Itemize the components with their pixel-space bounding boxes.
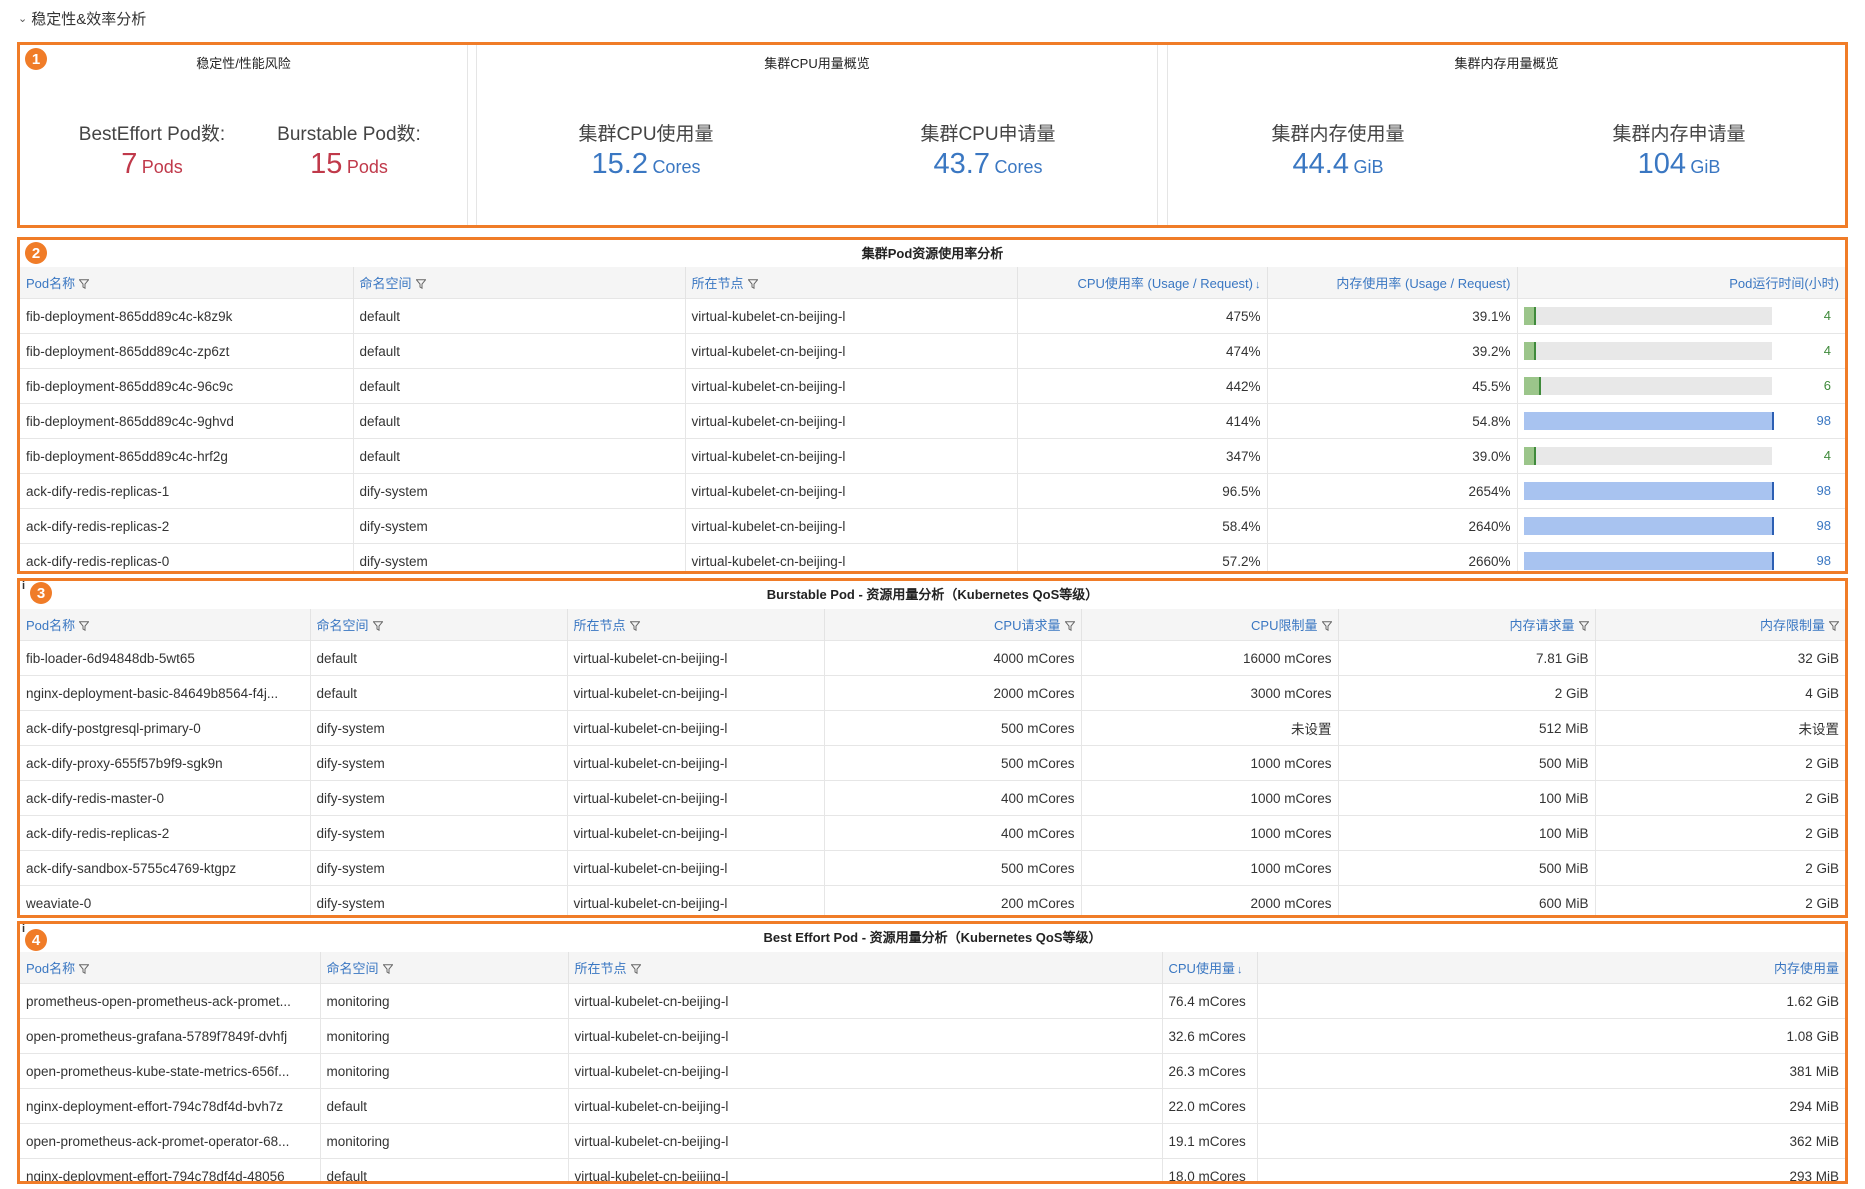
stat-unit: Cores [994, 157, 1043, 177]
badge-1: 1 [25, 48, 47, 70]
stat-value: 15.2 [591, 148, 648, 180]
stat-label: 集群CPU申请量 [920, 124, 1056, 145]
section-title: 稳定性&效率分析 [31, 11, 147, 28]
panel-title: 集群内存用量概览 [1454, 56, 1559, 71]
stat-unit: Pods [346, 157, 388, 177]
burstable-stat: Burstable Pod数: 15 Pods [219, 119, 479, 181]
burstable-highlight-box [17, 578, 1848, 918]
risk-panel: 稳定性/性能风险 BestEffort Pod数: 7 Pods Burstab… [20, 45, 467, 225]
stat-label: 集群CPU使用量 [578, 124, 714, 145]
cpu-request-stat: 集群CPU申请量 43.7 Cores [858, 119, 1118, 181]
panel-divider [467, 45, 468, 225]
stat-value: 44.4 [1292, 148, 1349, 180]
panel-divider [1157, 45, 1158, 225]
mem-panel: 集群内存用量概览 集群内存使用量 44.4 GiB 集群内存申请量 104 Gi… [1168, 45, 1845, 225]
besteffort-highlight-box [17, 921, 1848, 1184]
cpu-panel: 集群CPU用量概览 集群CPU使用量 15.2 Cores 集群CPU申请量 4… [477, 45, 1157, 225]
stat-label: 集群内存使用量 [1271, 124, 1405, 145]
badge-3: 3 [30, 582, 52, 604]
stat-value: 104 [1637, 148, 1686, 180]
stat-unit: Pods [141, 157, 183, 177]
stat-value: 43.7 [933, 148, 990, 180]
usage-highlight-box [17, 237, 1848, 574]
stat-label: 集群内存申请量 [1612, 124, 1746, 145]
info-icon[interactable]: i [22, 923, 25, 935]
stat-unit: GiB [1353, 157, 1384, 177]
chevron-down-icon[interactable]: ⌄ [18, 12, 27, 25]
panel-title: 集群CPU用量概览 [764, 56, 870, 71]
mem-usage-stat: 集群内存使用量 44.4 GiB [1208, 119, 1468, 181]
stat-value: 15 [310, 148, 343, 180]
mem-request-stat: 集群内存申请量 104 GiB [1549, 119, 1809, 181]
stat-label: Burstable Pod数: [277, 124, 421, 145]
stat-unit: Cores [652, 157, 701, 177]
badge-4: 4 [25, 929, 47, 951]
info-icon[interactable]: i [22, 580, 25, 592]
stat-value: 7 [121, 148, 138, 180]
section-header[interactable]: ⌄ 稳定性&效率分析 [18, 8, 146, 29]
stat-unit: GiB [1690, 157, 1721, 177]
panel-title: 稳定性/性能风险 [196, 56, 291, 71]
cpu-usage-stat: 集群CPU使用量 15.2 Cores [516, 119, 776, 181]
badge-2: 2 [25, 242, 47, 264]
